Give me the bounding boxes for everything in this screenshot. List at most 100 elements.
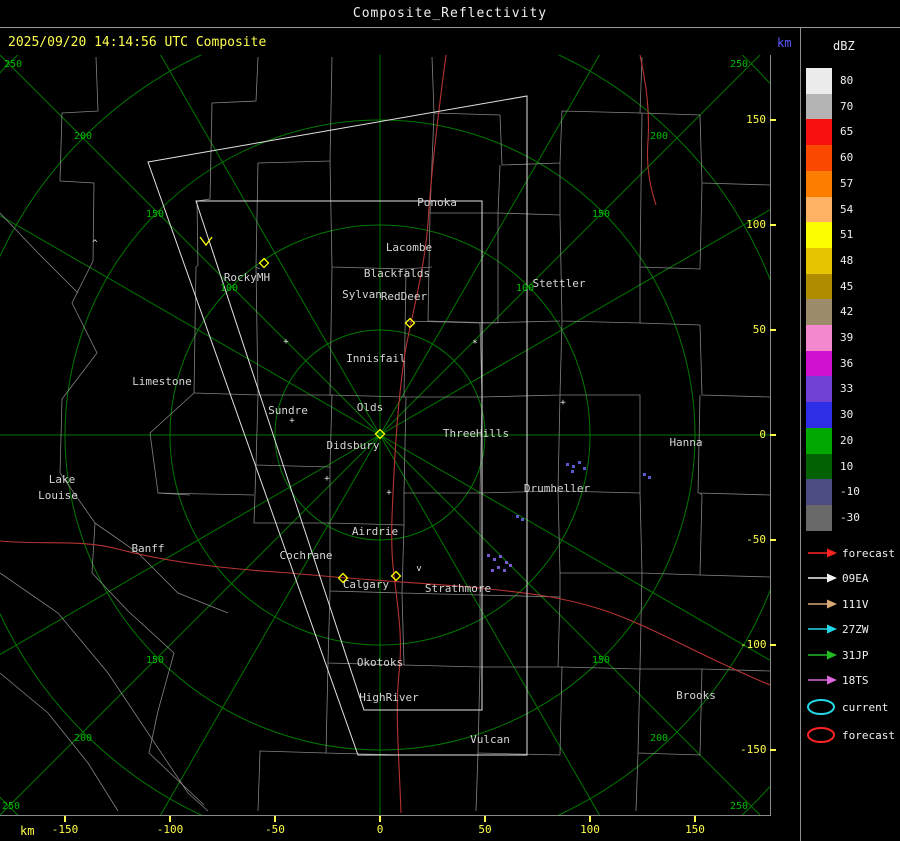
point-marker: v [416,564,421,574]
point-marker: + [386,488,392,498]
precip-echo [521,518,524,521]
colorbar-swatch-51 [806,222,832,248]
colorbar-value-45: 45 [840,280,853,293]
right-axis-tick [770,119,776,121]
colorbar-value--10: -10 [840,485,860,498]
colorbar-unit-label: dBZ [833,39,855,53]
right-axis-ticks [770,55,778,815]
right-axis-label: -50 [740,533,766,546]
precip-echo [516,515,519,518]
range-ring-label: 150 [146,209,164,220]
place-label-olds: Olds [357,401,384,414]
right-axis-label: 150 [740,113,766,126]
colorbar-value-42: 42 [840,305,853,318]
legend-label: 27ZW [842,623,869,636]
colorbar-value-30: 30 [840,408,853,421]
18TS-arrow-icon [806,670,838,690]
31JP-arrow-icon [806,645,838,665]
right-axis-label: -150 [740,743,766,756]
precip-echo [578,461,581,464]
bottom-axis-label: -100 [150,823,190,836]
place-label-hanna: Hanna [669,436,702,449]
point-marker: + [289,416,295,426]
page-title: Composite_Reflectivity [353,6,547,21]
right-axis-tick [770,539,776,541]
colorbar-value-60: 60 [840,151,853,164]
precip-echo [505,561,508,564]
precip-echo [509,564,512,567]
colorbar-swatch-36 [806,351,832,377]
bottom-axis-label: 150 [675,823,715,836]
range-ring-label: 250 [4,59,22,70]
range-ring-label: 150 [592,655,610,666]
legend-item-forecast: forecast [806,725,900,749]
bottom-axis-label: 100 [570,823,610,836]
colorbar-swatch--10 [806,479,832,505]
place-label-banff: Banff [131,542,164,555]
27ZW-arrow-icon [806,619,838,639]
place-label-sundre: Sundre [268,404,308,417]
bottom-axis-tick [484,816,486,822]
colorbar-swatch-80 [806,68,832,94]
colorbar-swatch-39 [806,325,832,351]
legend-label: 31JP [842,649,869,662]
place-label-rockymh: RockyMH [224,271,270,284]
colorbar-value-65: 65 [840,125,853,138]
legend-label: forecast [842,547,895,560]
colorbar-swatch-70 [806,94,832,120]
colorbar-swatch-30 [806,402,832,428]
range-ring-label: 200 [74,131,92,142]
bottom-axis-tick [589,816,591,822]
precip-echo [487,554,490,557]
place-label-threehills: ThreeHills [443,427,509,440]
place-label-calgary: Calgary [343,578,390,591]
precip-echo [491,569,494,572]
colorbar-swatch--30 [806,505,832,531]
precip-echo [583,467,586,470]
point-marker: ^ [92,239,98,249]
place-label-reddeer: RedDeer [381,290,428,303]
place-label-louise: Louise [38,489,78,502]
place-label-airdrie: Airdrie [352,525,398,538]
right-axis-label: 0 [740,428,766,441]
bottom-axis: -150-100-50050100150 [0,816,770,841]
colorbar-swatch-57 [806,171,832,197]
colorbar-swatch-60 [806,145,832,171]
colorbar-value-20: 20 [840,434,853,447]
current-ellipse-icon [806,697,838,717]
colorbar-value-39: 39 [840,331,853,344]
111V-arrow-icon [806,594,838,614]
bottom-axis-label: -150 [45,823,85,836]
precip-echo [497,566,500,569]
place-label-blackfalds: Blackfalds [364,267,430,280]
legend-label: 111V [842,598,869,611]
timestamp-label: 2025/09/20 14:14:56 UTC Composite [8,35,266,50]
place-label-ponoka: Ponoka [417,196,457,209]
bottom-axis-tick [694,816,696,822]
colorbar-value-48: 48 [840,254,853,267]
bottom-axis-tick [169,816,171,822]
colorbar-value-80: 80 [840,74,853,87]
place-label-innisfail: Innisfail [346,352,406,365]
precip-echo [571,470,574,473]
legend-label: forecast [842,729,895,742]
legend-item-18TS: 18TS [806,670,900,694]
colorbar-swatch-45 [806,274,832,300]
colorbar-value-70: 70 [840,100,853,113]
point-marker: * [472,339,477,349]
place-label-lake: Lake [49,473,76,486]
colorbar-value--30: -30 [840,511,860,524]
legend-label: current [842,701,888,714]
legend-item-forecast: forecast [806,543,900,567]
panel-divider [800,27,801,841]
place-label-stettler: Stettler [533,277,586,290]
legend-label: 18TS [842,674,869,687]
radar-viewer-window: Composite_Reflectivity 2025/09/20 14:14:… [0,0,900,841]
09EA-arrow-icon [806,568,838,588]
bottom-axis-tick [274,816,276,822]
colorbar-swatch-33 [806,376,832,402]
precip-echo [499,555,502,558]
precip-echo [643,473,646,476]
map-unit-label: km [777,36,791,50]
right-axis-tick [770,749,776,751]
